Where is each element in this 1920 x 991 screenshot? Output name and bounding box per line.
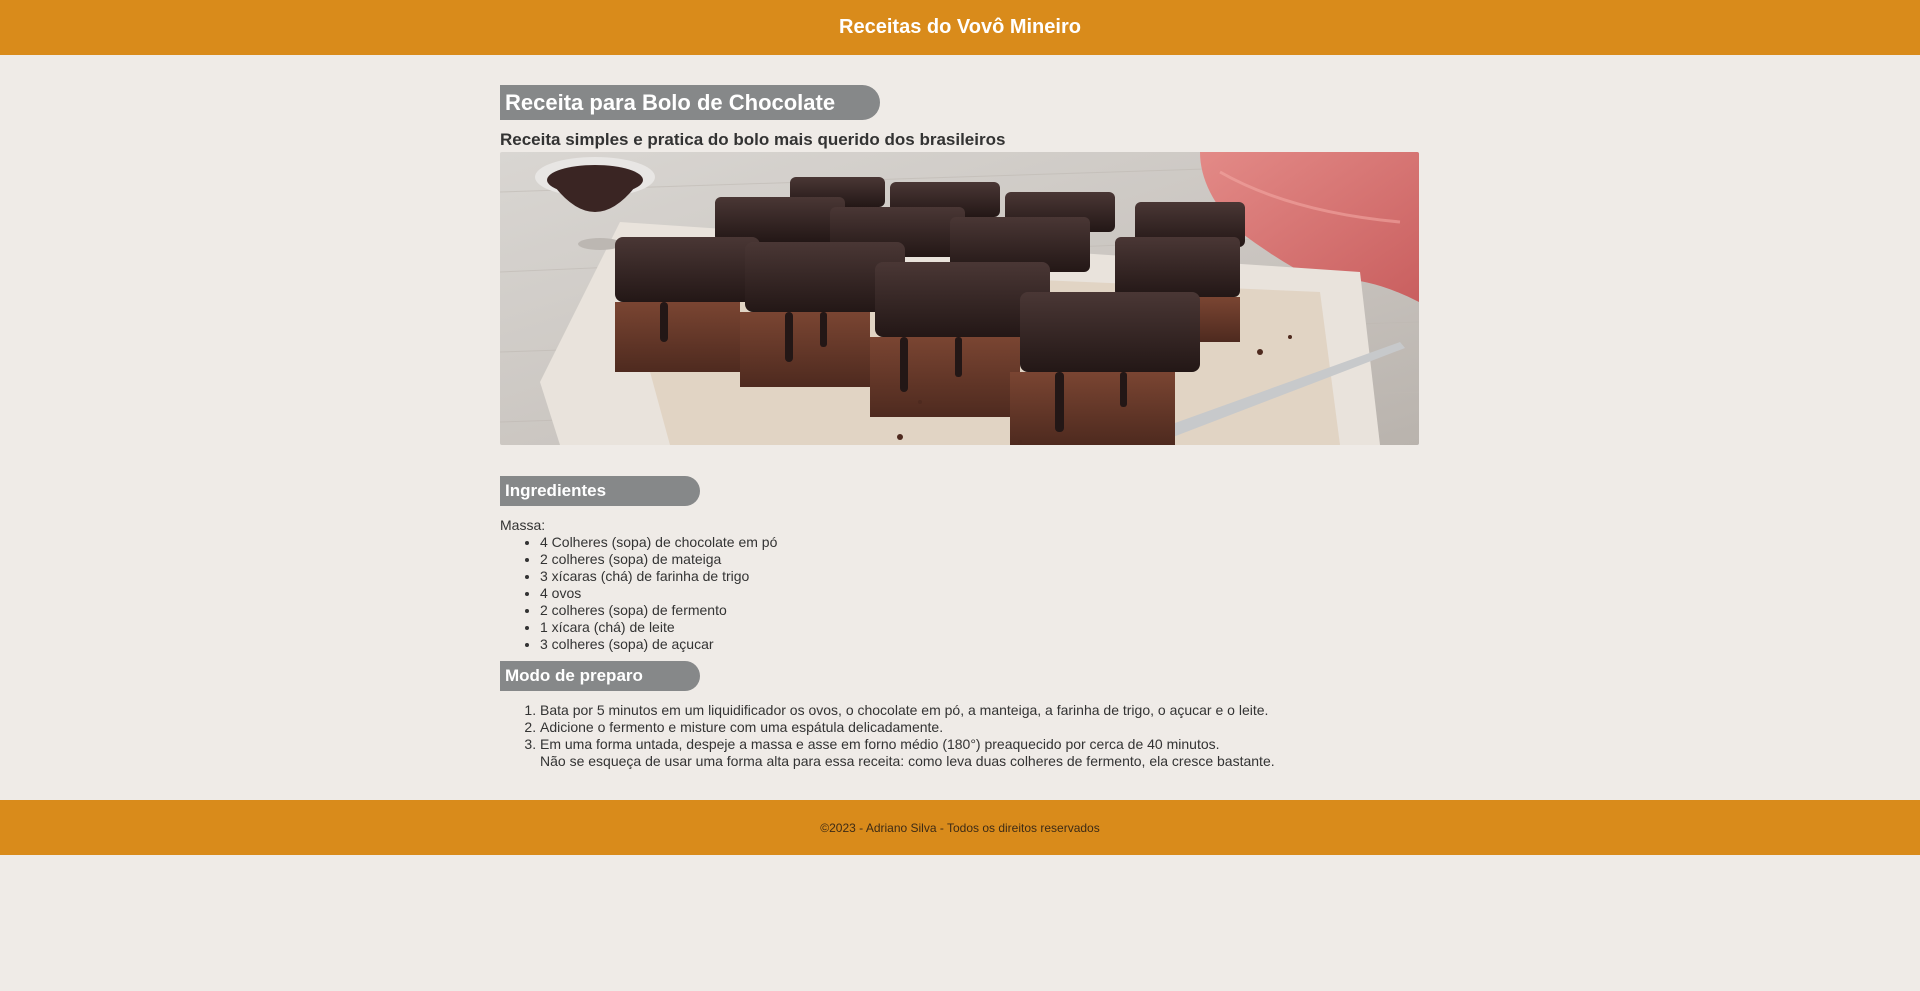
step-text: Em uma forma untada, despeje a massa e a… [540, 736, 1220, 752]
ingredients-list: 4 Colheres (sopa) de chocolate em pó 2 c… [500, 534, 1420, 653]
ingredient-item: 1 xícara (chá) de leite [540, 619, 1420, 636]
preparation-steps: Bata por 5 minutos em um liquidificador … [500, 702, 1420, 770]
recipe-title: Receita para Bolo de Chocolate [500, 85, 880, 120]
footer-copyright: ©2023 - Adriano Silva - Todos os direito… [820, 820, 1100, 835]
step-item: Bata por 5 minutos em um liquidificador … [540, 702, 1420, 719]
ingredients-heading: Ingredientes [500, 476, 700, 506]
ingredient-item: 3 colheres (sopa) de açucar [540, 636, 1420, 653]
ingredient-item: 4 ovos [540, 585, 1420, 602]
preparation-heading: Modo de preparo [500, 661, 700, 691]
ingredient-item: 2 colheres (sopa) de mateiga [540, 551, 1420, 568]
ingredient-item: 4 Colheres (sopa) de chocolate em pó [540, 534, 1420, 551]
step-item: Em uma forma untada, despeje a massa e a… [540, 736, 1420, 770]
ingredient-item: 2 colheres (sopa) de fermento [540, 602, 1420, 619]
recipe-subtitle: Receita simples e pratica do bolo mais q… [500, 130, 1006, 149]
main-content: Receita para Bolo de Chocolate Receita s… [500, 55, 1420, 800]
ingredients-group-label: Massa: [500, 517, 546, 533]
site-footer: ©2023 - Adriano Silva - Todos os direito… [0, 800, 1920, 855]
site-title: Receitas do Vovô Mineiro [839, 16, 1081, 38]
ingredient-item: 3 xícaras (chá) de farinha de trigo [540, 568, 1420, 585]
site-header: Receitas do Vovô Mineiro [0, 0, 1920, 55]
step-item: Adicione o fermento e misture com uma es… [540, 719, 1420, 736]
chocolate-cake-image [500, 152, 1419, 445]
step-note: Não se esqueça de usar uma forma alta pa… [540, 753, 1275, 769]
